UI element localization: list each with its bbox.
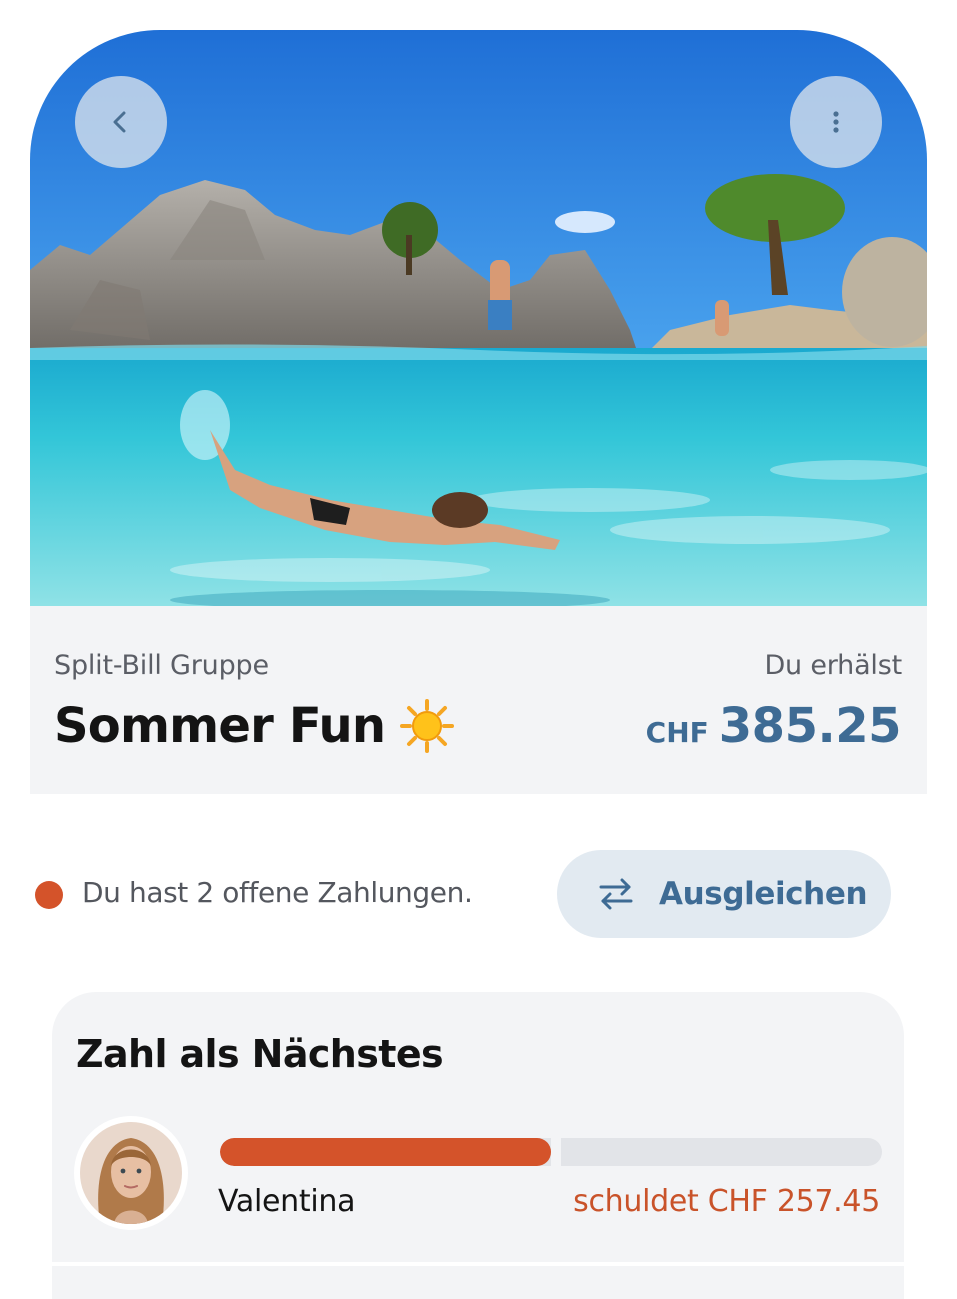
open-payments-text: Du hast 2 offene Zahlungen. xyxy=(82,876,473,909)
status-dot xyxy=(35,881,63,909)
member-name: Valentina xyxy=(218,1184,356,1219)
group-type-label: Split-Bill Gruppe xyxy=(54,650,269,681)
back-button[interactable] xyxy=(75,76,167,168)
group-name: Sommer Fun xyxy=(54,698,386,754)
receive-label: Du erhälst xyxy=(764,650,902,681)
group-title: Sommer Fun xyxy=(54,698,455,754)
settle-button-label: Ausgleichen xyxy=(659,876,868,912)
avatar-image xyxy=(80,1122,182,1224)
receive-amount: CHF 385.25 xyxy=(645,698,902,754)
settle-button[interactable]: Ausgleichen xyxy=(557,850,891,938)
amount-currency: CHF xyxy=(645,716,709,749)
avatar[interactable] xyxy=(74,1116,188,1230)
more-vertical-icon xyxy=(833,111,839,133)
progress-gap xyxy=(551,1138,561,1166)
sun-icon xyxy=(400,699,455,753)
member-owes-amount: schuldet CHF 257.45 xyxy=(573,1184,880,1219)
next-payer-title: Zahl als Nächstes xyxy=(76,1032,444,1076)
payment-progress-fill xyxy=(220,1138,551,1166)
chevron-left-icon xyxy=(113,111,126,133)
card-divider xyxy=(52,1262,904,1266)
payment-progress-bar xyxy=(220,1138,882,1166)
more-options-button[interactable] xyxy=(790,76,882,168)
group-summary: Split-Bill Gruppe Sommer Fun Du erhälst … xyxy=(30,606,927,794)
next-payer-card: Zahl als Nächstes Valentina schuldet CHF… xyxy=(52,992,904,1299)
amount-value: 385.25 xyxy=(718,698,902,754)
swap-arrows-icon xyxy=(599,878,633,910)
